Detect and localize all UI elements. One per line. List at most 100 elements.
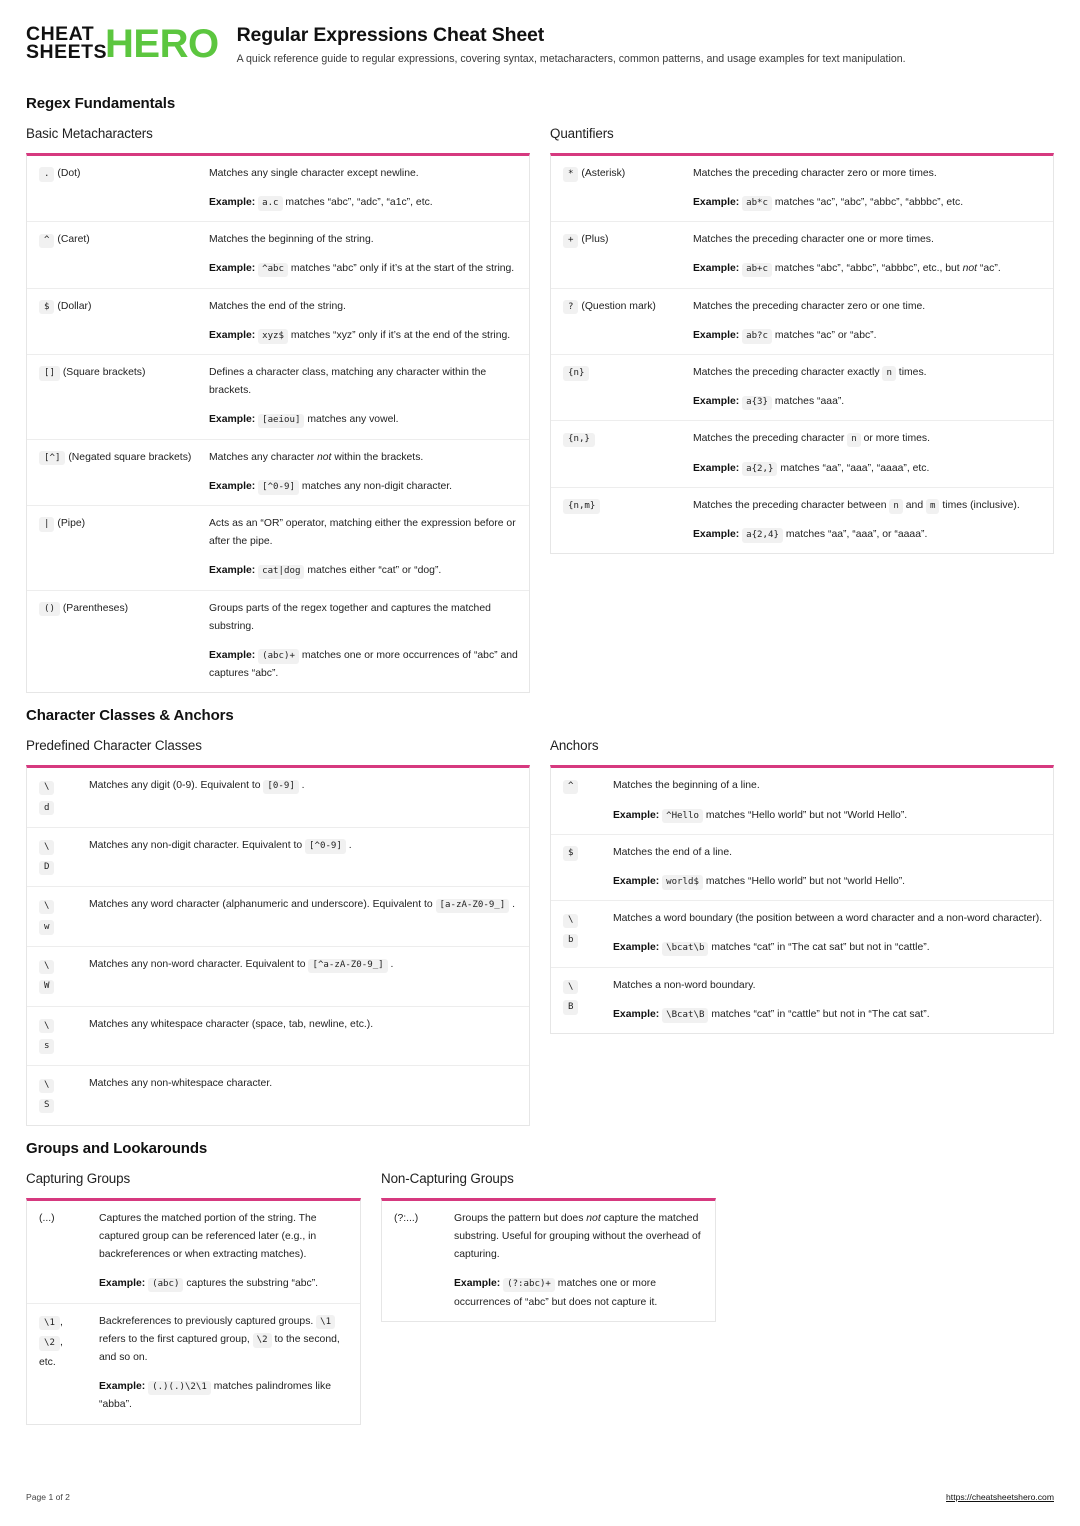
code-badge: \bcat\b [662, 941, 709, 957]
row-key: () (Parentheses) [39, 600, 209, 618]
example-text: matches any non-digit character. [301, 480, 453, 492]
logo-wordmark-left: CHEAT SHEETS [26, 25, 107, 62]
description-pre: Matches any non-word character. Equivale… [89, 959, 309, 971]
code-badge: + [563, 233, 579, 248]
example-line: Example: a{2,4} matches “aa”, “aaa”, or … [693, 526, 1043, 544]
row-key: . (Dot) [39, 165, 209, 183]
row-key: \ D [39, 837, 89, 878]
code-badge: [] [39, 366, 60, 381]
description-text: Defines a character class, matching any … [209, 366, 487, 397]
table-row: (?:...) Groups the pattern but does not … [382, 1201, 715, 1321]
description-text: Matches any non-digit character. Equival… [89, 837, 519, 855]
description-text: Matches any non-word character. Equivale… [89, 956, 519, 974]
row-key: \ b [563, 910, 613, 951]
code-badge: [^a-zA-Z0-9_] [308, 958, 388, 973]
example-label: Example: [209, 196, 256, 208]
key-separator: , [59, 1316, 63, 1328]
example-label: Example: [693, 263, 740, 275]
code-badge: B [563, 1000, 579, 1015]
table-row: \ w Matches any word character (alphanum… [27, 887, 529, 948]
code-badge: \1 [39, 1316, 60, 1331]
description-post: . [345, 839, 352, 851]
table-title-quantifiers: Quantifiers [550, 125, 614, 141]
example-line: Example: ab?c matches “ac” or “abc”. [693, 327, 1043, 345]
description-post: . [509, 899, 516, 911]
example-text: matches “ac” or “abc”. [774, 329, 877, 341]
description-text: Matches the preceding character zero or … [693, 167, 937, 179]
code-badge: [0-9] [263, 779, 299, 795]
table-row: ? (Question mark) Matches the preceding … [551, 289, 1053, 355]
description-pre: Groups the pattern but does [454, 1212, 587, 1224]
code-badge: {n} [563, 366, 590, 381]
row-key: \ W [39, 956, 89, 997]
example-text: matches “cat” in “The cat sat” but not i… [711, 942, 930, 954]
code-badge: [a-zA-Z0-9_] [435, 898, 510, 914]
row-key: ? (Question mark) [563, 298, 693, 316]
example-text: matches one or more occurrences of “abc”… [209, 649, 518, 680]
example-line: Example: cat|dog matches either “cat” or… [209, 562, 519, 580]
column-basic-metacharacters: Basic Metacharacters . (Dot) Matches any… [26, 126, 530, 694]
code-badge: m [926, 499, 940, 514]
key-tail: etc. [39, 1357, 56, 1369]
example-label: Example: [454, 1278, 501, 1290]
row-description: Groups parts of the regex together and c… [209, 600, 519, 684]
code-badge: \ [39, 1019, 55, 1034]
description-emphasis: not [586, 1212, 601, 1224]
description-post: within the brackets. [331, 451, 424, 463]
description-text: Matches the preceding character one or m… [693, 234, 934, 246]
row-description: Matches the beginning of a line. Example… [613, 777, 1043, 824]
code-badge: a{3} [742, 395, 772, 410]
code-badge: () [39, 602, 60, 617]
code-badge: [^] [39, 451, 66, 466]
row-key-label: (...) [39, 1212, 55, 1224]
example-label: Example: [99, 1381, 146, 1393]
row-key-label: (Dot) [57, 167, 81, 179]
logo-word-hero: HERO [105, 22, 219, 66]
code-badge: (abc)+ [258, 649, 299, 664]
row-key: ^ (Caret) [39, 231, 209, 249]
description-post: . [298, 780, 305, 792]
row-description: Matches the preceding character zero or … [693, 298, 1043, 345]
example-text: matches “xyz” only if it’s at the end of… [290, 329, 511, 341]
code-badge: n [889, 499, 903, 514]
code-badge: [aeiou] [258, 413, 305, 429]
example-line: Example: (?:abc)+ matches one or more oc… [454, 1275, 705, 1311]
code-badge: S [39, 1098, 55, 1114]
example-text: matches “aa”, “aaa”, “aaaa”, etc. [780, 462, 930, 474]
row-key: {n,} [563, 430, 693, 448]
example-text: captures the substring “abc”. [186, 1278, 319, 1290]
row-key: * (Asterisk) [563, 165, 693, 183]
example-label: Example: [613, 809, 660, 821]
code-badge: ab+c [742, 262, 772, 278]
example-label: Example: [209, 649, 256, 661]
row-description: Matches any word character (alphanumeric… [89, 896, 519, 914]
description-text: Matches a non-word boundary. [613, 979, 756, 991]
example-label: Example: [209, 480, 256, 492]
table-row: \ b Matches a word boundary (the positio… [551, 901, 1053, 968]
row-key-label: (Dollar) [57, 300, 92, 312]
code-badge: [^0-9] [258, 480, 299, 495]
row-key-label: (Square brackets) [62, 366, 146, 378]
row-key: \ B [563, 977, 613, 1018]
table-row: $ (Dollar) Matches the end of the string… [27, 289, 529, 355]
code-badge: ab*c [742, 196, 772, 211]
row-key: ^ [563, 777, 613, 795]
row-key-label: (Negated square brackets) [68, 451, 192, 463]
site-url-link[interactable]: https://cheatsheetshero.com [946, 1492, 1054, 1502]
row-key: (...) [39, 1210, 99, 1228]
table-row: \ d Matches any digit (0-9). Equivalent … [27, 768, 529, 828]
table-row: \ s Matches any whitespace character (sp… [27, 1007, 529, 1067]
table-row: ^ Matches the beginning of a line. Examp… [551, 768, 1053, 835]
example-line: Example: (abc)+ matches one or more occu… [209, 647, 519, 683]
description-post: times. [895, 366, 927, 378]
column-predefined-character-classes: Predefined Character Classes \ d Matches… [26, 738, 530, 1126]
row-key-label: (?:...) [394, 1212, 419, 1224]
table-title-predefined-character-classes: Predefined Character Classes [26, 738, 202, 754]
description-text: Matches a word boundary (the position be… [613, 913, 1043, 925]
code-badge: \1 [316, 1315, 336, 1330]
example-label: Example: [693, 196, 740, 208]
code-badge: ^abc [258, 262, 288, 278]
example-label: Example: [99, 1278, 146, 1290]
code-badge: (.)(.)\2\1 [148, 1380, 211, 1395]
row-description: Groups the pattern but does not capture … [454, 1210, 705, 1312]
